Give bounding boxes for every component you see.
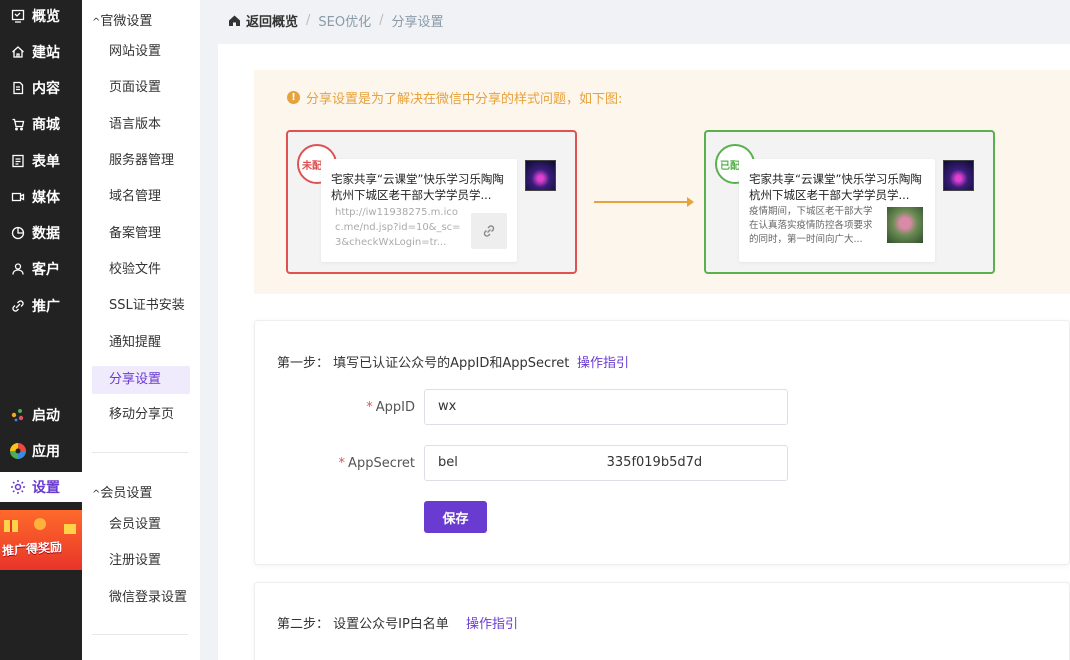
settings-icon <box>10 479 26 495</box>
main-panel: ! 分享设置是为了解决在微信中分享的样式问题，如下图: 未配置 宅家共享“云课堂… <box>218 44 1070 660</box>
form-icon <box>10 153 26 169</box>
media-icon <box>10 189 26 205</box>
nav-item-promote[interactable]: 推广 <box>0 291 82 321</box>
apps-icon <box>10 443 26 459</box>
exclamation-icon: ! <box>287 91 300 104</box>
nav-item-data[interactable]: 数据 <box>0 218 82 248</box>
submenu-item-page[interactable]: 页面设置 <box>92 74 190 102</box>
home-icon[interactable] <box>228 14 241 27</box>
link-icon <box>471 213 507 249</box>
submenu-divider <box>92 452 188 453</box>
nav-item-form[interactable]: 表单 <box>0 146 82 176</box>
breadcrumb-home[interactable]: 返回概览 <box>246 11 298 30</box>
breadcrumb-separator: / <box>379 13 384 28</box>
nav-item-content[interactable]: 内容 <box>0 73 82 103</box>
step2-title: 第二步： 设置公众号IP白名单 <box>277 617 449 632</box>
example-configured: 已配置 宅家共享“云课堂”快乐学习乐陶陶 杭州下城区老干部大学学员学... 疫情… <box>704 130 995 274</box>
sender-avatar <box>525 160 556 191</box>
nav-item-overview[interactable]: 概览 <box>0 1 82 31</box>
step1-guide-link[interactable]: 操作指引 <box>577 352 629 371</box>
sender-avatar <box>943 160 974 191</box>
submenu-item-register[interactable]: 注册设置 <box>92 547 190 575</box>
share-card-thumbnail <box>887 207 923 243</box>
submenu-group-wechat[interactable]: ^官微设置 <box>92 10 152 29</box>
share-card-title: 宅家共享“云课堂”快乐学习乐陶陶 杭州下城区老干部大学学员学... <box>331 172 504 202</box>
step1-title: 第一步： 填写已认证公众号的AppID和AppSecret <box>277 356 570 371</box>
submenu-group-member[interactable]: ^会员设置 <box>92 482 152 501</box>
submenu-item-wechat-login[interactable]: 微信登录设置 <box>92 584 190 612</box>
submenu-item-domain[interactable]: 域名管理 <box>92 183 190 211</box>
overview-icon <box>10 8 26 24</box>
submenu-item-member[interactable]: 会员设置 <box>92 511 190 539</box>
chart-icon <box>10 225 26 241</box>
nav-item-media[interactable]: 媒体 <box>0 182 82 212</box>
submenu-item-language[interactable]: 语言版本 <box>92 111 190 139</box>
breadcrumb: 返回概览 / SEO优化 / 分享设置 <box>228 11 444 30</box>
share-card-title: 宅家共享“云课堂”快乐学习乐陶陶 杭州下城区老干部大学学员学... <box>749 172 922 202</box>
step2-guide-link[interactable]: 操作指引 <box>466 613 518 632</box>
nav-item-shop[interactable]: 商城 <box>0 109 82 139</box>
share-card-description: 疫情期间，下城区老干部大学在认真落实疫情防控各项要求的同时，第一时间向广大... <box>749 206 873 245</box>
home-icon <box>10 44 26 60</box>
submenu-item-icp[interactable]: 备案管理 <box>92 220 190 248</box>
nav-item-build[interactable]: 建站 <box>0 37 82 67</box>
appsecret-input[interactable]: bel 335f019b5d7d <box>424 445 788 481</box>
appid-input[interactable]: wx <box>424 389 788 425</box>
share-card-configured: 宅家共享“云课堂”快乐学习乐陶陶 杭州下城区老干部大学学员学... 疫情期间，下… <box>739 159 935 262</box>
promote-icon <box>10 298 26 314</box>
example-unconfigured: 未配置 宅家共享“云课堂”快乐学习乐陶陶 杭州下城区老干部大学学员学... ht… <box>286 130 577 274</box>
save-button[interactable]: 保存 <box>424 501 487 533</box>
submenu-item-verify-file[interactable]: 校验文件 <box>92 256 190 284</box>
submenu-item-server[interactable]: 服务器管理 <box>92 147 190 175</box>
breadcrumb-separator: / <box>306 13 311 28</box>
share-card-url: http://iw11938275.m.icoc.me/nd.jsp?id=10… <box>335 207 461 248</box>
share-card-unconfigured: 宅家共享“云课堂”快乐学习乐陶陶 杭州下城区老干部大学学员学... http:/… <box>321 159 517 262</box>
submenu-item-ssl[interactable]: SSL证书安装 <box>92 292 190 320</box>
promo-banner[interactable]: 推广得奖励 <box>0 510 82 570</box>
notice-tip: ! 分享设置是为了解决在微信中分享的样式问题，如下图: <box>287 88 622 107</box>
breadcrumb-seo[interactable]: SEO优化 <box>318 11 371 30</box>
launch-icon <box>10 407 26 423</box>
nav-item-apps[interactable]: 应用 <box>0 436 82 466</box>
nav-item-settings[interactable]: 设置 <box>0 472 82 502</box>
step1-section: 第一步： 填写已认证公众号的AppID和AppSecret 操作指引 * AppI… <box>254 320 1070 565</box>
settings-submenu: ^官微设置 网站设置 页面设置 语言版本 服务器管理 域名管理 备案管理 校验文… <box>82 0 200 660</box>
submenu-item-notify[interactable]: 通知提醒 <box>92 329 190 357</box>
main-nav: 概览 建站 内容 商城 表单 媒体 数据 客户 推广 启动 应用 设置 推广得奖… <box>0 0 82 660</box>
arrow-right-icon <box>594 197 694 207</box>
submenu-divider <box>92 634 188 635</box>
document-icon <box>10 80 26 96</box>
appsecret-label: * AppSecret <box>338 456 415 471</box>
step2-section: 第二步： 设置公众号IP白名单 操作指引 <box>254 582 1070 660</box>
submenu-item-mobile-share[interactable]: 移动分享页 <box>92 401 190 429</box>
appid-label: * AppID <box>366 400 415 415</box>
breadcrumb-current: 分享设置 <box>391 15 444 30</box>
submenu-item-share[interactable]: 分享设置 <box>92 366 190 394</box>
user-icon <box>10 261 26 277</box>
nav-item-launch[interactable]: 启动 <box>0 400 82 430</box>
nav-item-customer[interactable]: 客户 <box>0 254 82 284</box>
cart-icon <box>10 116 26 132</box>
share-notice: ! 分享设置是为了解决在微信中分享的样式问题，如下图: 未配置 宅家共享“云课堂… <box>254 70 1070 294</box>
submenu-item-website[interactable]: 网站设置 <box>92 38 190 66</box>
